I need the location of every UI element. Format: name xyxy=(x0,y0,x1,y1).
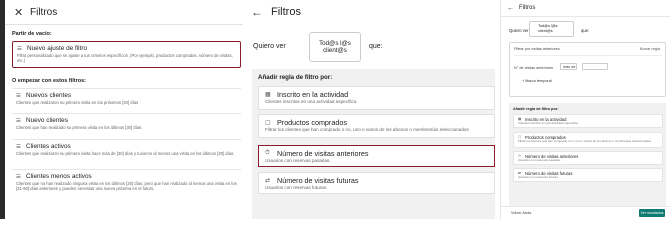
card-title: Nuevos clientes xyxy=(26,92,72,99)
audience-selector[interactable]: Tod@s l@s client@s xyxy=(529,21,574,37)
filter-card-new-client[interactable]: ☰ Nuevo clientes Clientes que han realiza… xyxy=(12,113,241,137)
rule-card-activity[interactable]: ▦ Inscrito en la actividad Clientes inscr… xyxy=(258,86,495,110)
rule-description: Usuarios con reservas pasadas. xyxy=(518,158,561,162)
card-title: Clientes menos activos xyxy=(26,173,92,180)
rule-description: Clientes inscritos en una actividad espe… xyxy=(518,121,578,125)
start-with-label: O empezar con estos filtros: xyxy=(12,78,86,84)
delete-rule-button[interactable]: Borrar regla xyxy=(640,47,660,51)
condition-select[interactable]: más de xyxy=(560,63,577,70)
panel-header: ← Filtros xyxy=(501,0,535,16)
condition-number-input[interactable] xyxy=(582,63,608,70)
filter-icon: ☰ xyxy=(16,143,21,150)
rule-title: Productos comprados xyxy=(277,117,347,127)
panel-title: Filtros xyxy=(30,6,58,18)
card-title: Nuevo clientes xyxy=(26,117,68,124)
card-description: Clientes que realizaron su primera visit… xyxy=(16,100,139,105)
filters-panel-add-rule: ← Filtros Quiero ver Tod@s l@s client@s … xyxy=(243,0,495,219)
transfer-icon: ⇄ xyxy=(265,177,271,184)
rule-card-future-visits[interactable]: ⇄ Número de visitas futuras Usuarios con … xyxy=(513,168,663,182)
quiero-ver-label: Quiero ver xyxy=(253,43,286,50)
active-rule-box: Filtrar por visitas anteriores Borrar re… xyxy=(509,42,666,97)
card-description: Clientes que realizaron su primera visit… xyxy=(16,151,235,156)
condition-label: N° de visitas anteriores xyxy=(514,66,554,70)
close-icon[interactable]: ✕ xyxy=(14,6,26,19)
audience-line-2: client@s xyxy=(323,47,347,54)
rule-card-products[interactable]: ▢ Productos comprados Filtrar los cliente… xyxy=(258,114,495,138)
filter-card-less-active-clients[interactable]: ☰ Clientes menos activos Clientes que no … xyxy=(12,169,241,203)
bag-icon: ▢ xyxy=(265,119,271,126)
add-time-frame-button[interactable]: + Marco temporal xyxy=(522,79,552,83)
section-title: Añadir regla de filtro por: xyxy=(258,74,333,81)
back-button[interactable]: Volver Atrás xyxy=(511,211,531,215)
rule-header: Filtrar por visitas anteriores xyxy=(514,47,560,51)
back-arrow-icon[interactable]: ← xyxy=(507,5,515,12)
panel-footer: Volver Atrás Ver resultados xyxy=(501,206,670,219)
custom-filter-card[interactable]: ☰ Nuevo ajuste de filtro Filtra personali… xyxy=(12,41,241,68)
see-results-button[interactable]: Ver resultados xyxy=(639,209,665,217)
rule-title: Número de visitas futuras xyxy=(277,175,359,185)
filter-icon: ☰ xyxy=(16,117,21,124)
divider xyxy=(501,16,670,17)
history-icon: ⏱ xyxy=(265,149,270,156)
filter-icon: ☰ xyxy=(16,92,21,99)
rule-card-future-visits[interactable]: ⇄ Número de visitas futuras Usuarios con … xyxy=(258,172,495,194)
filter-card-active-clients[interactable]: ☰ Clientes activos Clientes que realizaro… xyxy=(12,139,241,167)
divider xyxy=(5,24,243,25)
panel-title: Filtros xyxy=(519,5,536,11)
section-title: Añadir regla de filtro por: xyxy=(513,107,559,111)
card-description: Clientes que han realizado su primera vi… xyxy=(16,125,143,130)
card-title: Nuevo ajuste de filtro xyxy=(27,45,88,52)
que-label: que: xyxy=(369,43,383,50)
calendar-icon: ▦ xyxy=(265,91,271,98)
rule-description: Usuarios con reservas futuras. xyxy=(518,175,559,179)
filters-panel-configured: ← Filtros Quiero ver Tod@s l@s client@s … xyxy=(500,0,670,219)
rule-card-activity[interactable]: ▦ Inscrito en la actividad Clientes inscr… xyxy=(513,114,663,128)
panel-header: ✕ Filtros xyxy=(5,0,243,24)
divider xyxy=(514,55,662,56)
filter-icon: ☰ xyxy=(16,173,21,180)
audience-selector[interactable]: Tod@s l@s client@s xyxy=(309,32,361,62)
sliders-icon: ☰ xyxy=(17,45,22,52)
rule-card-past-visits[interactable]: ⏱ Número de visitas anteriores Usuarios c… xyxy=(513,151,663,165)
back-arrow-icon[interactable]: ← xyxy=(251,5,265,19)
quiero-ver-label: Quiero ver xyxy=(509,28,529,33)
audience-line-2: client@s xyxy=(538,28,553,33)
rule-title: Número de visitas anteriores xyxy=(277,148,369,158)
add-rule-section: Añadir regla de filtro por: ▦ Inscrito en… xyxy=(252,69,495,219)
add-rule-section: Añadir regla de filtro por: ▦ Inscrito en… xyxy=(509,103,666,211)
rule-card-products[interactable]: ▢ Productos comprados Filtrar los cliente… xyxy=(513,132,663,148)
rule-description: Usuarios con reservas futuras. xyxy=(265,185,328,190)
card-description: Filtra personalizado que se ajuste a tus… xyxy=(17,53,233,64)
panel-title: Filtros xyxy=(271,6,301,18)
que-label: que: xyxy=(581,28,590,33)
filter-card-new-clients[interactable]: ☰ Nuevos clientes Clientes que realizaron… xyxy=(12,88,241,110)
from-scratch-label: Partir de vacío: xyxy=(12,31,52,37)
rule-title: Inscrito en la actividad xyxy=(277,89,349,99)
rule-description: Filtrar los clientes que han comprado o … xyxy=(265,127,469,132)
card-title: Clientes activos xyxy=(26,143,71,150)
audience-line-1: Tod@s l@s xyxy=(319,39,351,47)
rule-description: Clientes inscritos en una actividad espe… xyxy=(265,99,357,104)
panel-header: ← Filtros xyxy=(243,0,301,24)
rule-description: Filtrar los clientes que han comprado o … xyxy=(518,139,652,143)
rule-description: Usuarios con reservas pasadas. xyxy=(265,158,331,163)
card-description: Clientes que no han realizado ninguna vi… xyxy=(16,181,237,192)
rule-card-past-visits[interactable]: ⏱ Número de visitas anteriores Usuarios c… xyxy=(258,145,495,167)
filters-panel-start: ✕ Filtros Partir de vacío: ☰ Nuevo ajuste… xyxy=(5,0,243,219)
